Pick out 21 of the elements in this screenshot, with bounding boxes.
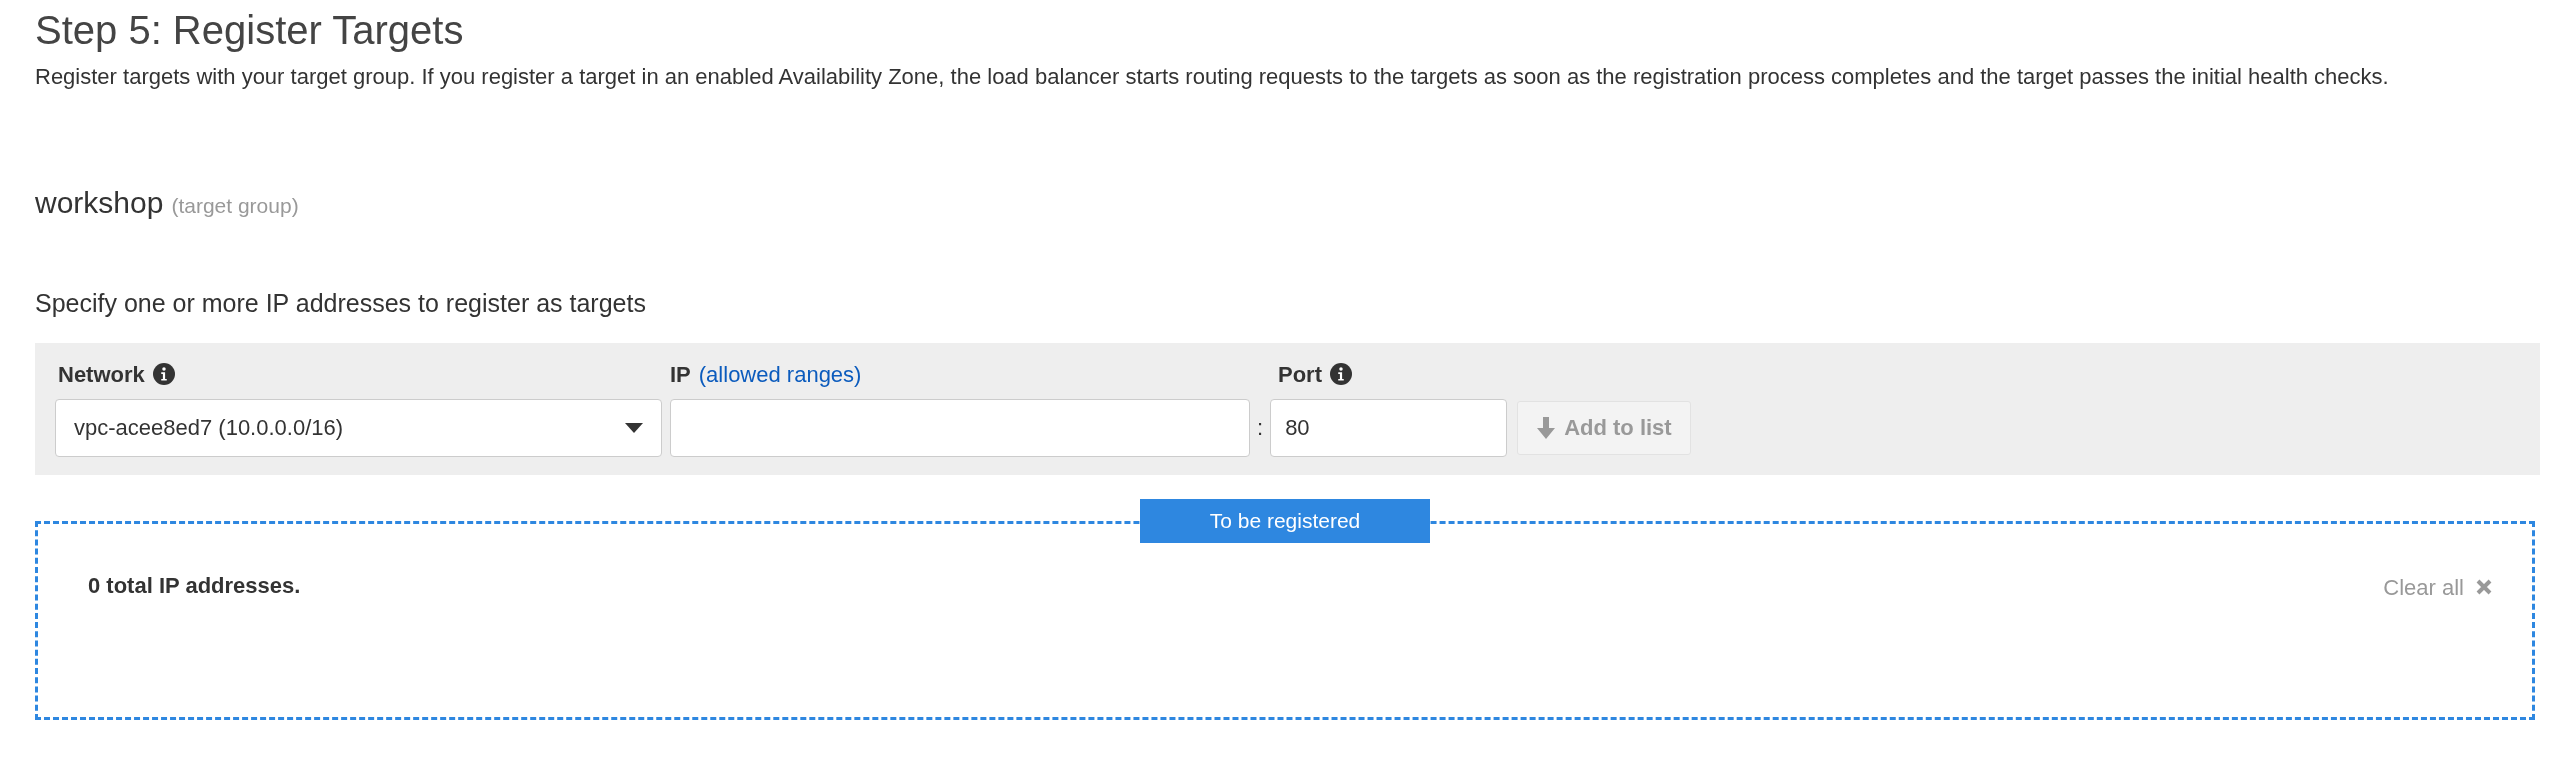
close-icon (2476, 579, 2492, 595)
target-group-label: (target group) (171, 193, 299, 219)
instruction: Specify one or more IP addresses to register as targets (35, 288, 647, 319)
description: Register targets with your target group. If you register a target in an enabled Availability Zone, the load balancer starts routing requests to the targets as soon as the registration process completes and the target passes the initial health checks. (35, 63, 2390, 91)
to-be-registered-badge: To be registered (1140, 498, 1430, 543)
network-select[interactable]: vpc-acee8ed7 (10.0.0.0/16) (55, 398, 662, 457)
down-arrow-icon (1536, 416, 1557, 439)
caret-icon (625, 422, 643, 433)
target-group-name: workshop (35, 185, 164, 221)
info-icon[interactable] (152, 363, 175, 385)
network-label: Network (58, 360, 145, 389)
clear-all-button[interactable]: Clear all (2383, 570, 2492, 604)
ip-label: IP (670, 360, 691, 389)
port-label: Port (1278, 360, 1322, 389)
page-title: Step 5: Register Targets (35, 7, 465, 54)
ip-count: 0 total IP addresses. (88, 571, 301, 600)
info-icon[interactable] (1330, 363, 1352, 385)
separator: : (1257, 414, 1264, 442)
port-input[interactable]: 80 (1270, 398, 1508, 457)
ip-input[interactable] (670, 398, 1250, 457)
allowed-ranges-link[interactable]: (allowed ranges) (698, 357, 862, 391)
